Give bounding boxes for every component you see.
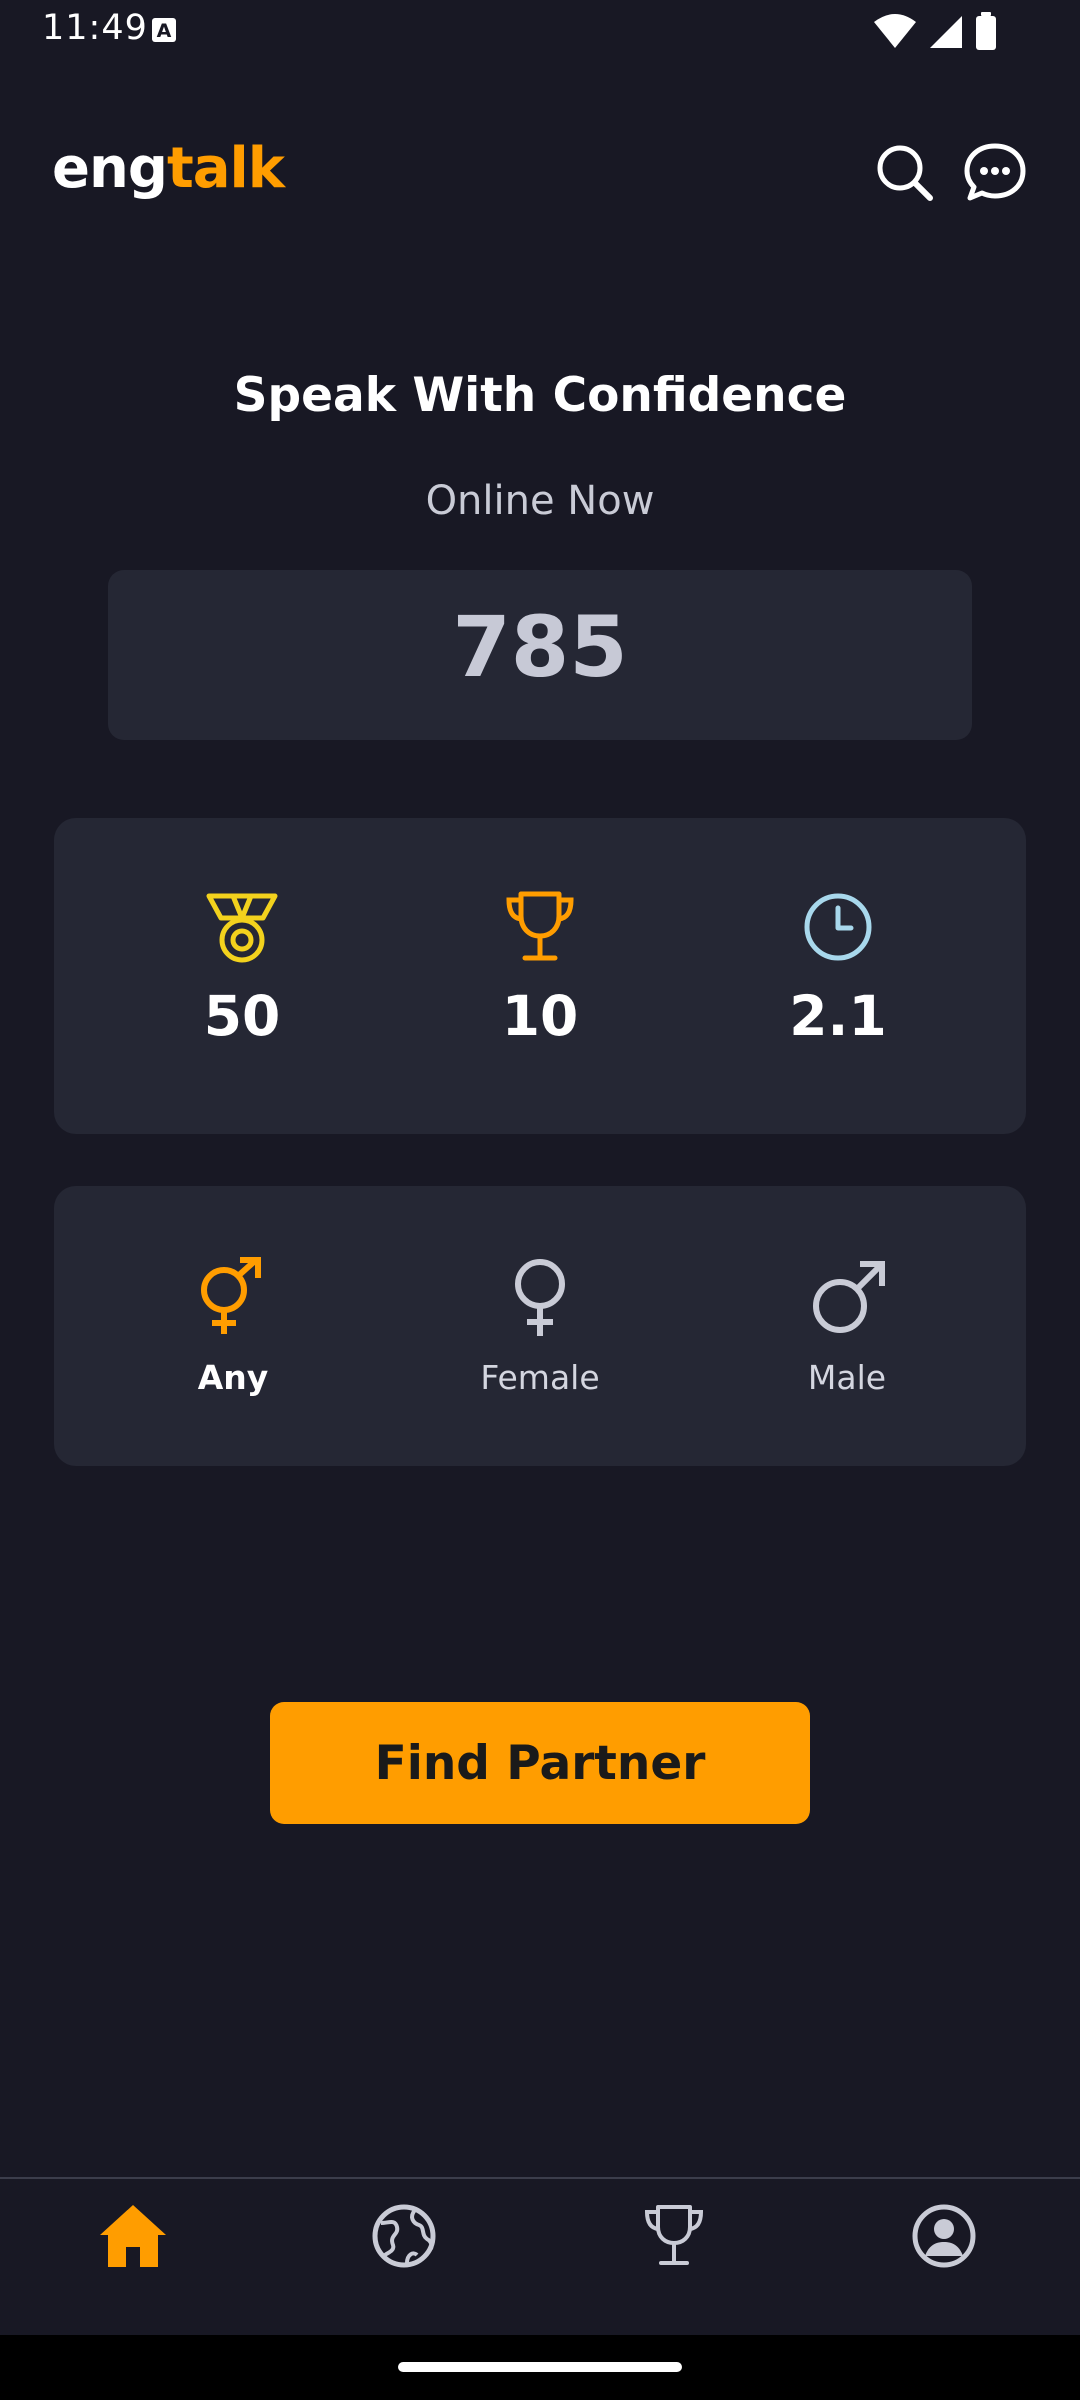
home-gesture-pill[interactable] xyxy=(398,2362,682,2372)
medal-icon xyxy=(206,893,278,963)
logo-text-eng: eng xyxy=(52,136,168,201)
status-bar: 11:49 A xyxy=(0,0,1080,62)
clock-icon xyxy=(804,893,872,961)
nav-profile[interactable] xyxy=(884,2201,1004,2311)
battery-icon xyxy=(976,12,996,50)
trophy-icon xyxy=(506,891,574,961)
nav-leaderboard[interactable] xyxy=(614,2201,734,2311)
globe-icon xyxy=(372,2204,436,2268)
gender-option-male-label: Male xyxy=(807,1358,887,1397)
male-icon xyxy=(813,1261,885,1333)
find-partner-button[interactable]: Find Partner xyxy=(270,1702,810,1824)
online-count-box: 785 xyxy=(108,570,972,740)
keyboard-indicator-icon: A xyxy=(152,18,176,42)
messages-button[interactable] xyxy=(962,140,1028,206)
trophy-icon xyxy=(644,2205,704,2265)
gender-option-male[interactable]: Male xyxy=(717,1256,977,1436)
stat-trophies: 10 xyxy=(420,888,660,1088)
nav-explore[interactable] xyxy=(344,2201,464,2311)
gender-option-any[interactable]: Any xyxy=(103,1256,363,1436)
female-icon xyxy=(515,1259,565,1336)
stat-time-value: 2.1 xyxy=(789,984,887,1048)
profile-icon xyxy=(912,2204,976,2268)
status-icons xyxy=(872,12,1032,52)
online-now-label: Online Now xyxy=(425,478,655,524)
gender-filter-card: Any Female Male xyxy=(54,1186,1026,1466)
gender-any-icon xyxy=(201,1257,261,1334)
stat-medals-value: 50 xyxy=(203,984,281,1048)
stat-time: 2.1 xyxy=(718,888,958,1088)
home-icon xyxy=(100,2205,166,2267)
gender-option-any-label: Any xyxy=(197,1358,269,1397)
gender-option-female-label: Female xyxy=(480,1358,600,1397)
bottom-nav xyxy=(0,2177,1080,2337)
app-header: engtalk xyxy=(0,120,1080,230)
app-logo: engtalk xyxy=(52,136,285,201)
logo-text-talk: talk xyxy=(166,136,285,201)
nav-home[interactable] xyxy=(73,2201,193,2311)
search-icon xyxy=(877,145,933,201)
cellular-signal-icon xyxy=(930,16,962,48)
gender-option-female[interactable]: Female xyxy=(410,1256,670,1436)
wifi-icon xyxy=(874,14,916,48)
online-count-value: 785 xyxy=(452,598,628,696)
stats-card: 50 10 2.1 xyxy=(54,818,1026,1134)
status-time: 11:49 xyxy=(42,8,148,48)
stat-medals: 50 xyxy=(122,888,362,1088)
page-title: Speak With Confidence xyxy=(233,368,847,423)
chat-icon xyxy=(964,143,1026,201)
search-button[interactable] xyxy=(872,140,938,206)
stat-trophies-value: 10 xyxy=(501,984,579,1048)
